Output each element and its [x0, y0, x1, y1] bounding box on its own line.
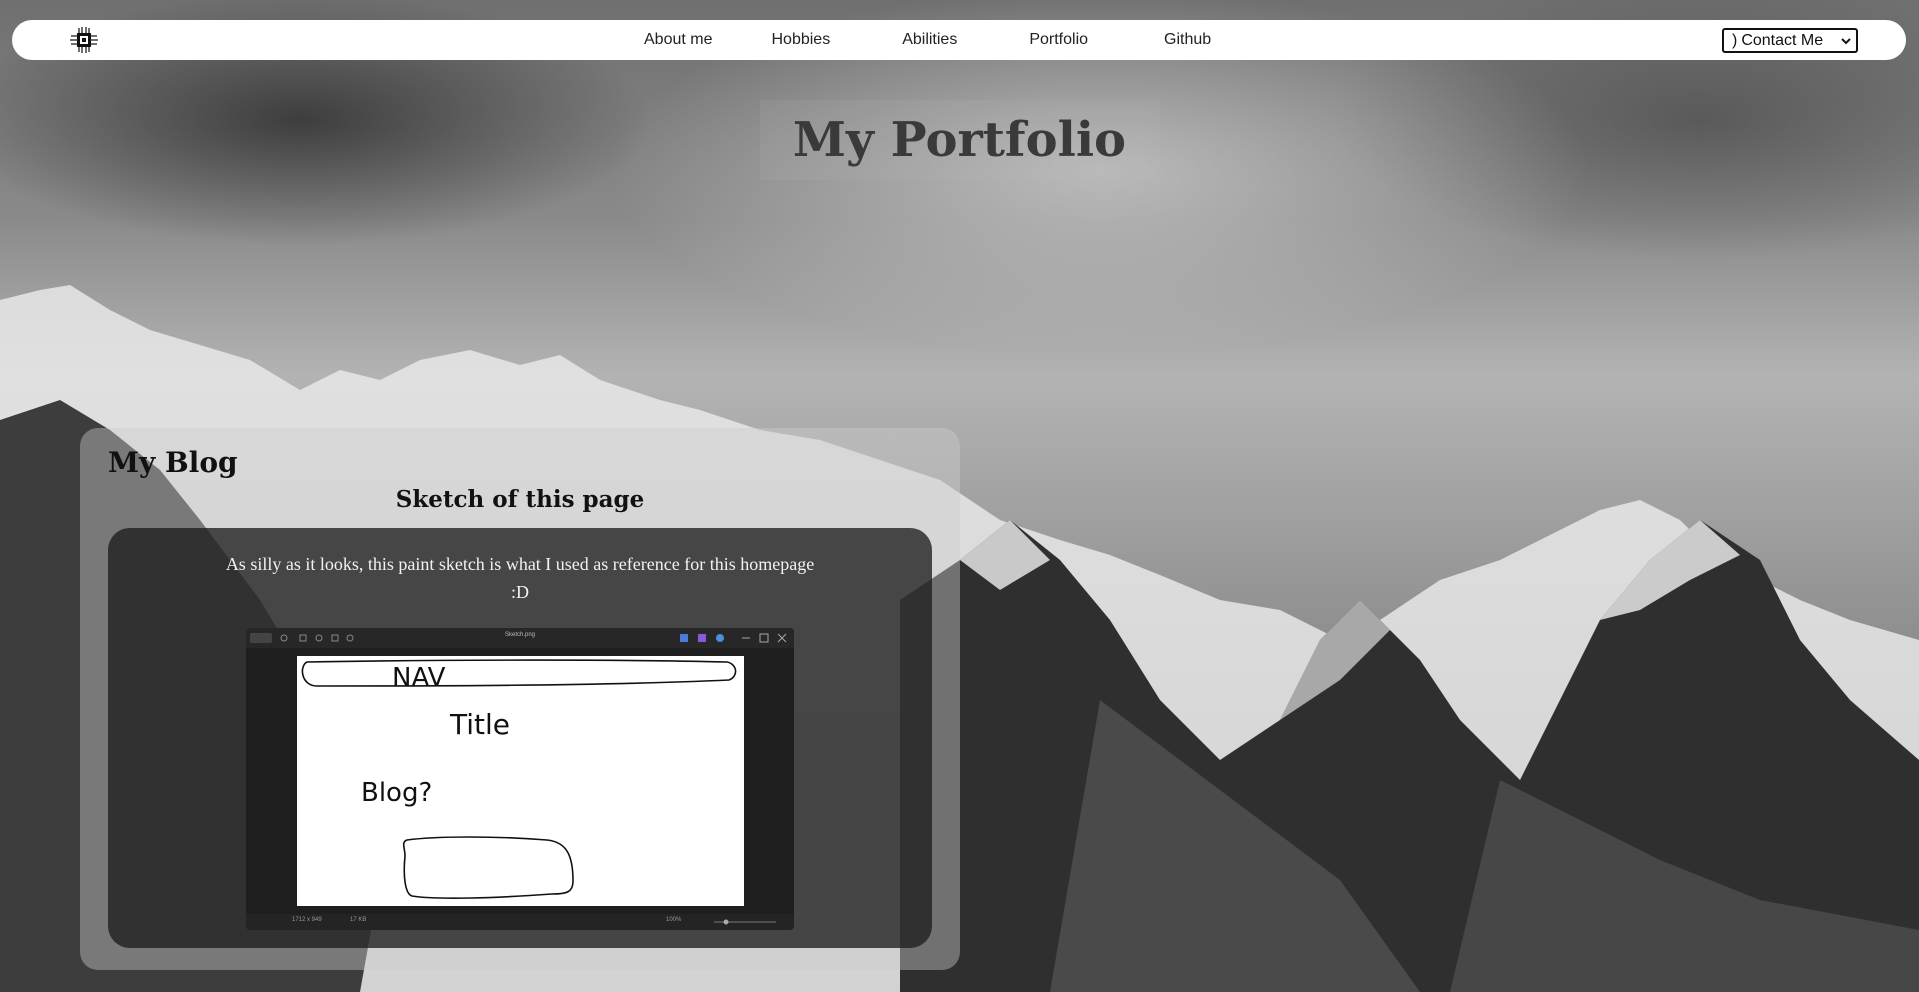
blog-panel: My Blog Sketch of this page As silly as …	[80, 428, 960, 970]
sketch-canvas: NAV Title Blog?	[297, 656, 744, 906]
nav-bar: About me Hobbies Abilities Portfolio Git…	[12, 20, 1906, 60]
sketch-label-title: Title	[449, 708, 510, 741]
sketch-label-nav: NAV	[392, 663, 446, 693]
nav-link-github[interactable]: Github	[1164, 31, 1211, 49]
chevron-down-icon	[1841, 37, 1851, 44]
nav-links: About me Hobbies Abilities Portfolio Git…	[612, 20, 1211, 60]
sketch-status-dimensions: 1712 x 949	[292, 917, 322, 923]
window-controls-icons	[680, 633, 787, 643]
nav-link-portfolio[interactable]: Portfolio	[1029, 31, 1088, 49]
contact-select-prefix: )	[1732, 31, 1738, 49]
sketch-label-blog: Blog?	[361, 778, 432, 808]
nav-link-abilities[interactable]: Abilities	[902, 31, 957, 49]
nav-link-hobbies[interactable]: Hobbies	[771, 31, 830, 49]
page-title: My Portfolio	[792, 112, 1127, 168]
blog-post-card: As silly as it looks, this paint sketch …	[108, 528, 932, 948]
sketch-status-zoom: 100%	[666, 917, 682, 923]
sketch-drawing: NAV Title Blog?	[301, 659, 737, 899]
contact-me-select[interactable]: ) Contact Me	[1722, 28, 1858, 53]
post-text-line2: :D	[511, 582, 529, 602]
nav-link-about-me[interactable]: About me	[644, 31, 712, 49]
chip-logo-icon[interactable]	[68, 26, 100, 54]
sketch-image: Sketch.png NAV Title Blog? 1712 x 949 17…	[246, 628, 794, 930]
post-title: Sketch of this page	[395, 486, 645, 513]
post-text: As silly as it looks, this paint sketch …	[168, 550, 872, 606]
sketch-window-titlebar: Sketch.png	[246, 628, 794, 648]
sketch-status-size: 17 KB	[350, 917, 367, 923]
contact-select-label: Contact Me	[1741, 31, 1824, 49]
blog-heading: My Blog	[108, 446, 238, 479]
post-text-line1: As silly as it looks, this paint sketch …	[225, 554, 815, 574]
sketch-status-bar: 1712 x 949 17 KB 100%	[246, 914, 794, 930]
zoom-slider-icon	[714, 919, 776, 925]
